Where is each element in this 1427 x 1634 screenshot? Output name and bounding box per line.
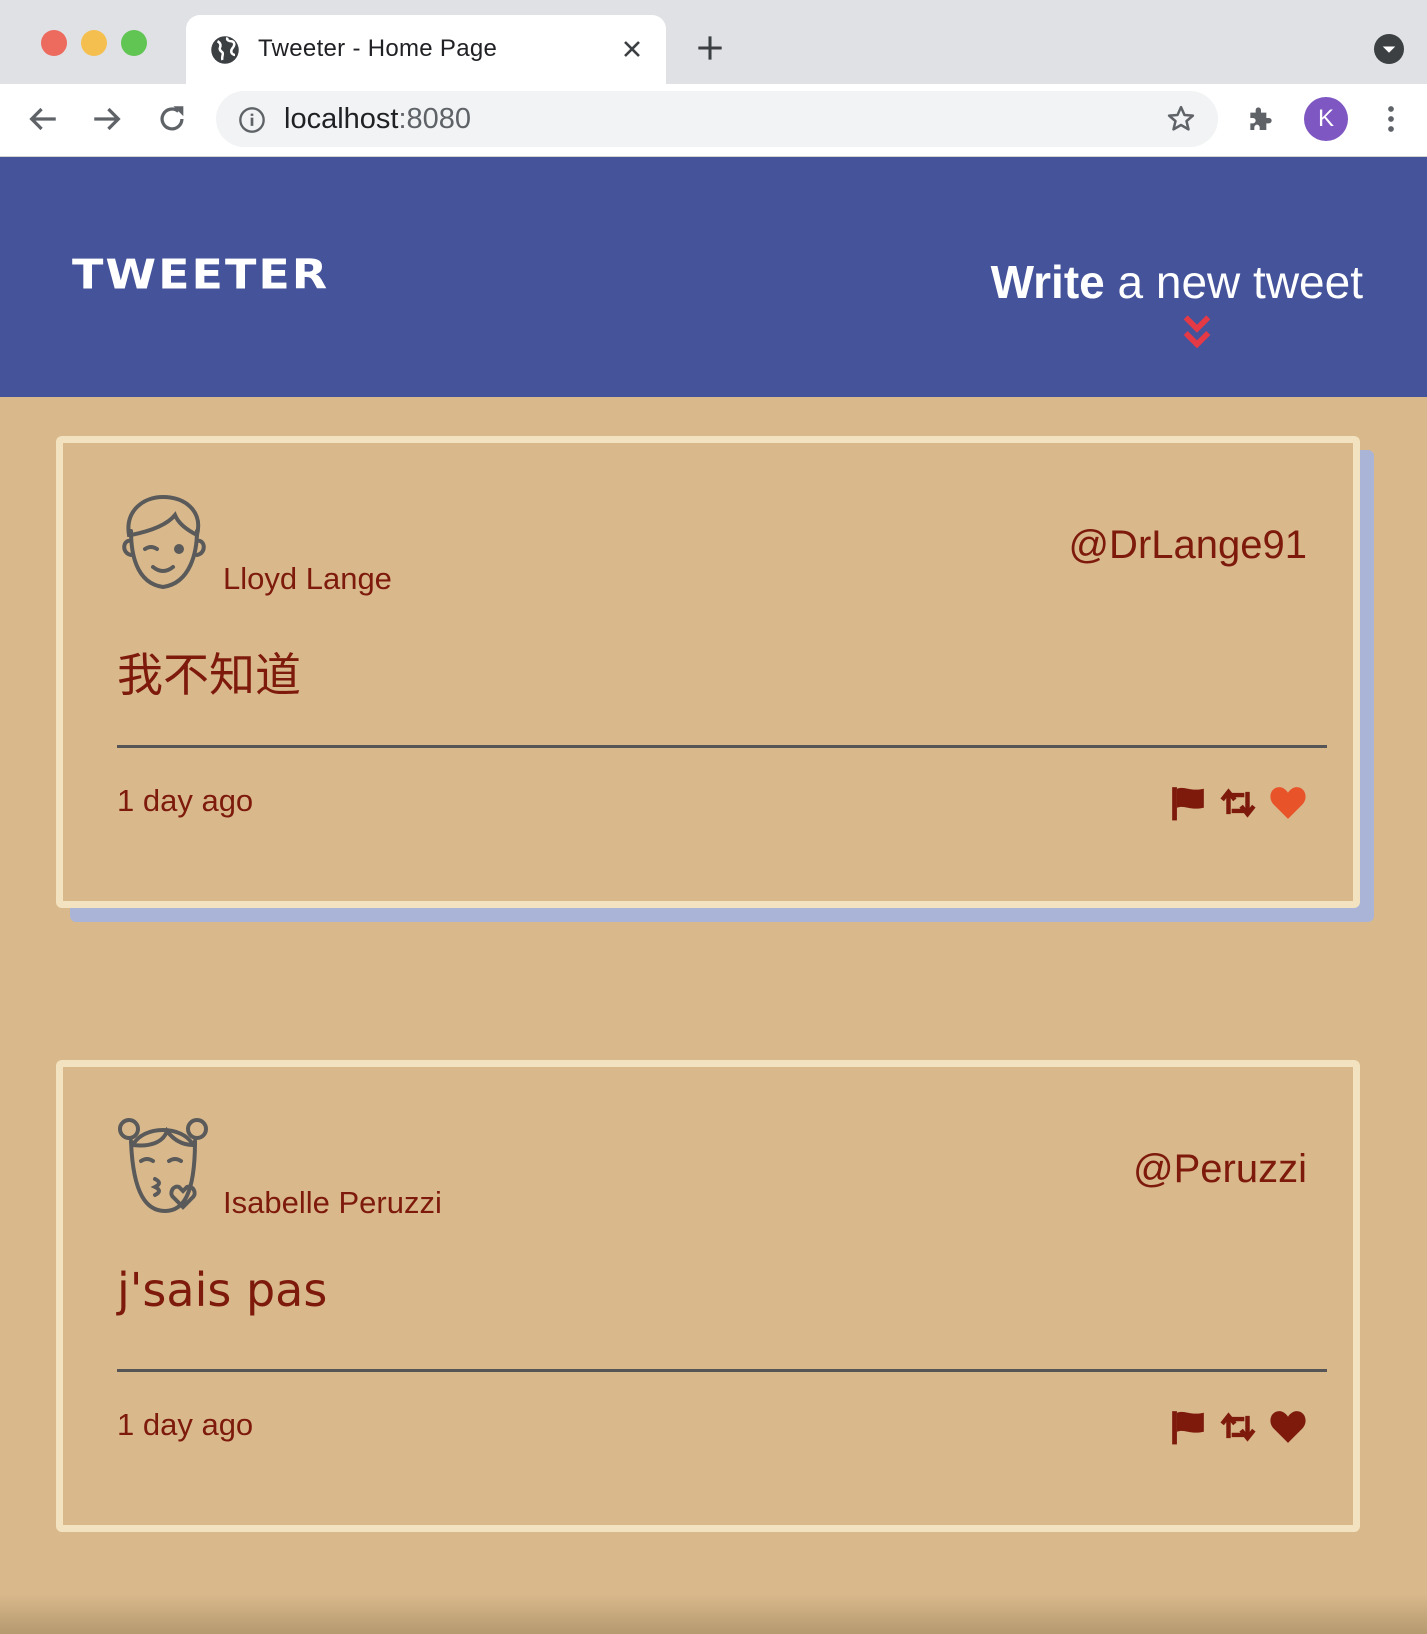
double-chevron-down-icon[interactable] — [1180, 313, 1214, 353]
new-tab-plus-icon[interactable] — [696, 34, 724, 62]
boy-face-icon — [122, 494, 206, 590]
compose-tweet-link[interactable]: Write a new tweet — [991, 255, 1363, 309]
window-close-button[interactable] — [41, 30, 67, 56]
tweet-divider — [117, 745, 1327, 748]
girl-face-icon — [118, 1118, 208, 1214]
tweet-content: j'sais pas — [117, 1263, 328, 1317]
url-port: :8080 — [398, 103, 472, 135]
tweet-author-name[interactable]: Isabelle Peruzzi — [223, 1185, 442, 1221]
tweet-author-name[interactable]: Lloyd Lange — [223, 561, 392, 597]
browser-toolbar: localhost:8080 K — [0, 84, 1427, 157]
browser-tabstrip: Tweeter - Home Page — [0, 0, 1427, 84]
bookmark-star-icon[interactable] — [1166, 104, 1196, 134]
heart-icon[interactable] — [1269, 1408, 1307, 1446]
browser-tab[interactable]: Tweeter - Home Page — [186, 15, 666, 84]
window-maximize-button[interactable] — [121, 30, 147, 56]
address-bar[interactable]: localhost:8080 — [216, 91, 1218, 147]
globe-icon — [211, 36, 239, 64]
close-icon[interactable] — [620, 37, 644, 61]
compose-label-rest: a new tweet — [1104, 256, 1364, 308]
tweet-actions — [1169, 1407, 1307, 1447]
forward-arrow-icon[interactable] — [90, 102, 124, 136]
flag-icon[interactable] — [1169, 1408, 1207, 1446]
more-menu-icon[interactable] — [1376, 101, 1406, 137]
retweet-icon[interactable] — [1219, 784, 1257, 822]
extensions-puzzle-icon[interactable] — [1245, 102, 1277, 134]
site-header: TWEETER Write a new tweet — [0, 157, 1427, 397]
tweet-card: Isabelle Peruzzi @Peruzzi j'sais pas 1 d… — [56, 1060, 1360, 1532]
profile-avatar[interactable]: K — [1304, 97, 1348, 141]
tweet-content: 我不知道 — [117, 648, 301, 702]
back-arrow-icon[interactable] — [26, 102, 60, 136]
tab-title: Tweeter - Home Page — [258, 35, 498, 62]
retweet-icon[interactable] — [1219, 1408, 1257, 1446]
heart-icon[interactable] — [1269, 784, 1307, 822]
info-icon[interactable] — [238, 106, 266, 134]
tab-search-icon[interactable] — [1374, 34, 1404, 64]
tweet-timestamp: 1 day ago — [117, 1407, 254, 1442]
brand-logo[interactable]: TWEETER — [72, 250, 329, 299]
reload-icon[interactable] — [155, 102, 189, 136]
tweet-actions — [1169, 783, 1307, 823]
tweet-author-handle[interactable]: @Peruzzi — [1133, 1147, 1307, 1192]
page-bottom-edge — [0, 1594, 1427, 1634]
compose-label-bold: Write — [990, 256, 1105, 308]
tweet-card: Lloyd Lange @DrLange91 我不知道 1 day ago — [56, 436, 1360, 908]
tweet-author-handle[interactable]: @DrLange91 — [1068, 523, 1307, 568]
url-text[interactable]: localhost:8080 — [284, 103, 471, 136]
tweet-timestamp: 1 day ago — [117, 783, 254, 818]
url-host: localhost — [284, 103, 399, 135]
tweet-divider — [117, 1369, 1327, 1372]
window-minimize-button[interactable] — [81, 30, 107, 56]
flag-icon[interactable] — [1169, 784, 1207, 822]
